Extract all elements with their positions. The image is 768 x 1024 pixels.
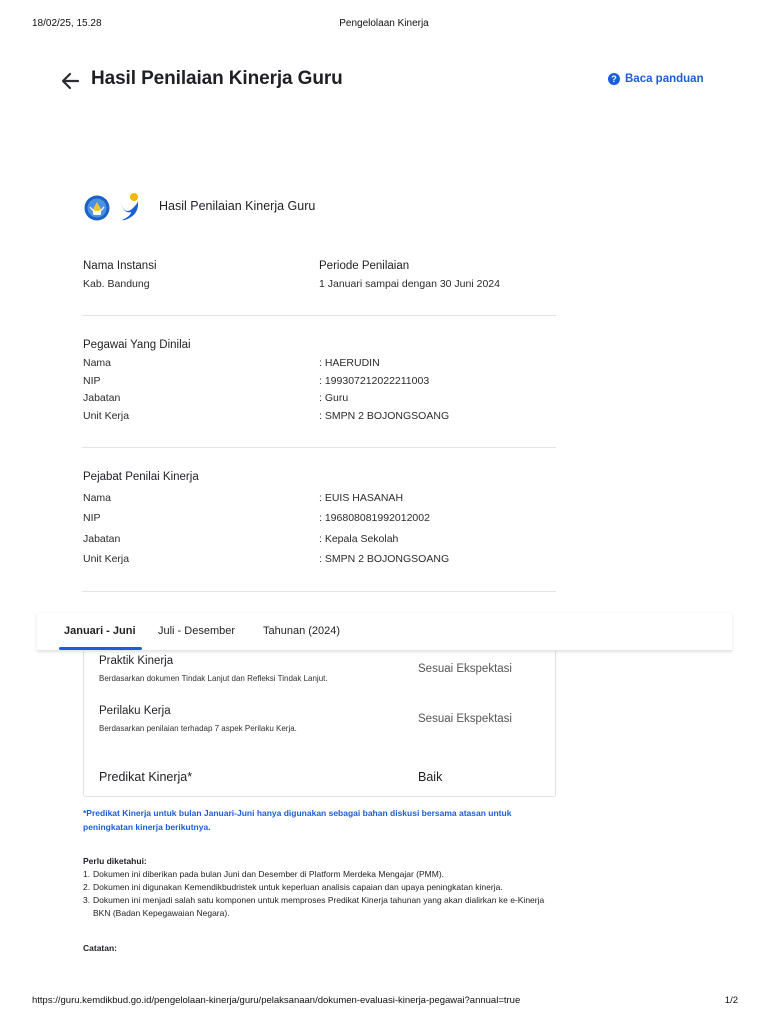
praktik-kinerja-value: Sesuai Ekspektasi [418,663,512,675]
pejabat-jabatan-value: : Kepala Sekolah [319,533,399,545]
pejabat-nip-label: NIP [83,512,101,524]
pegawai-nip-value: : 199307212022211003 [319,375,430,387]
tut-wuri-handayani-logo [84,195,110,221]
divider [82,591,556,592]
perilaku-kerja-desc: Berdasarkan penilaian terhadap 7 aspek P… [99,724,297,733]
perlu-diketahui-title: Perlu diketahui: [83,856,147,866]
print-page-number: 1/2 [724,995,738,1006]
print-datetime: 18/02/25, 15.28 [32,18,102,29]
praktik-kinerja-desc: Berdasarkan dokumen Tindak Lanjut dan Re… [99,674,328,683]
instansi-value: Kab. Bandung [83,278,150,290]
pejabat-heading: Pejabat Penilai Kinerja [83,471,199,483]
predikat-kinerja-value: Baik [418,770,443,784]
list-item: 1. Dokumen ini diberikan pada bulan Juni… [83,869,445,879]
perilaku-kerja-value: Sesuai Ekspektasi [418,713,512,725]
pejabat-nip-value: : 196808081992012002 [319,512,430,524]
instansi-label: Nama Instansi [83,260,157,272]
back-button[interactable] [58,69,84,93]
tab-tahunan[interactable]: Tahunan (2024) [263,625,340,637]
predikat-kinerja-label: Predikat Kinerja* [99,770,193,784]
tab-januari-juni[interactable]: Januari - Juni [64,625,136,637]
print-title: Pengelolaan Kinerja [339,18,429,29]
pejabat-unit-label: Unit Kerja [83,553,130,565]
pegawai-nip-label: NIP [83,375,101,387]
pegawai-jabatan-label: Jabatan [83,392,121,404]
guide-link[interactable]: ? Baca panduan [608,73,704,85]
page-title: Hasil Penilaian Kinerja Guru [91,68,343,89]
predikat-note: *Predikat Kinerja untuk bulan Januari-Ju… [83,808,512,832]
pegawai-nama-value: : HAERUDIN [319,357,380,369]
period-tabs: Januari - Juni Juli - Desember Tahunan (… [37,613,732,651]
tab-juli-desember[interactable]: Juli - Desember [158,625,235,637]
pegawai-heading: Pegawai Yang Dinilai [83,339,191,351]
pejabat-nama-label: Nama [83,492,112,504]
pegawai-jabatan-value: : Guru [319,392,349,404]
document-title: Hasil Penilaian Kinerja Guru [159,199,316,213]
question-circle-icon: ? [608,73,620,85]
pegawai-unit-label: Unit Kerja [83,410,130,422]
pegawai-unit-value: : SMPN 2 BOJONGSOANG [319,410,450,422]
catatan-title: Catatan: [83,943,118,953]
perilaku-kerja-label: Perilaku Kerja [99,705,171,717]
pejabat-nama-value: : EUIS HASANAH [319,492,404,504]
praktik-kinerja-label: Praktik Kinerja [99,655,174,667]
active-tab-indicator [59,647,142,650]
perlu-diketahui-list: 1. Dokumen ini diberikan pada bulan Juni… [83,868,553,920]
divider [82,315,556,316]
guide-label: Baca panduan [625,73,704,85]
periode-label: Periode Penilaian [319,260,410,272]
list-item: 2. Dokumen ini digunakan Kemendikbudrist… [83,882,503,892]
pegawai-nama-label: Nama [83,357,112,369]
pejabat-unit-value: : SMPN 2 BOJONGSOANG [319,553,450,565]
pejabat-jabatan-label: Jabatan [83,533,121,545]
arrow-left-icon [61,72,80,90]
divider [82,447,556,448]
periode-value: 1 Januari sampai dengan 30 Juni 2024 [319,278,500,290]
print-url: https://guru.kemdikbud.go.id/pengelolaan… [32,995,521,1006]
merdeka-mengajar-logo [119,192,141,222]
list-item: 3. Dokumen ini menjadi salah satu kompon… [83,895,545,918]
